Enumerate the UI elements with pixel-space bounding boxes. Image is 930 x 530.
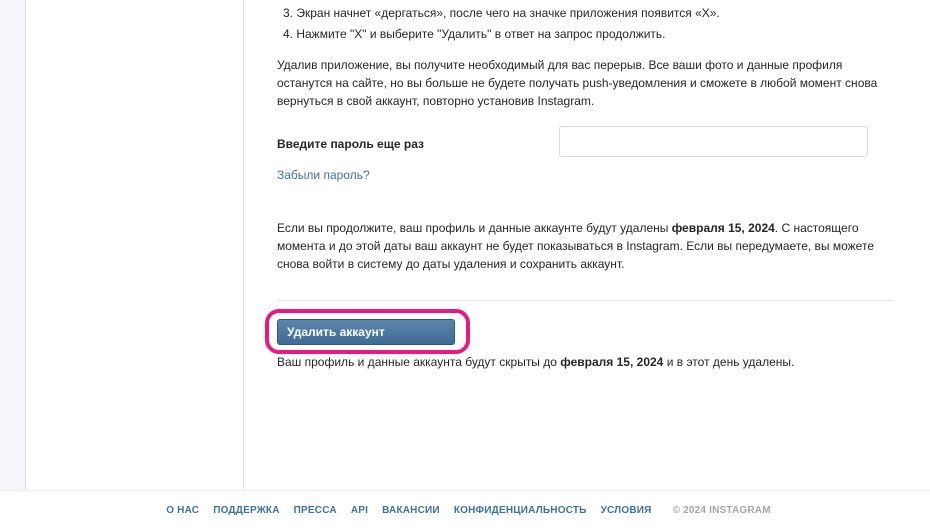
note-text-start: Ваш профиль и данные аккаунта будут скры… [277,355,561,369]
hidden-until-note: Ваш профиль и данные аккаунта будут скры… [277,355,794,369]
password-label: Введите пароль еще раз [277,137,424,151]
remove-app-info: Удалив приложение, вы получите необходим… [277,58,878,108]
left-strip [0,0,26,490]
footer-copyright: © 2024 INSTAGRAM [672,505,771,516]
note-date: февраля 15, 2024 [560,355,664,369]
forgot-password-link[interactable]: Забыли пароль? [277,168,370,182]
delete-account-page: 3. Экран начнет «дергаться», после чего … [0,0,930,530]
main-content: 3. Экран начнет «дергаться», после чего … [245,0,930,490]
step-4: 4. Нажмите "X" и выберите "Удалить" в от… [283,27,666,41]
password-input[interactable] [559,126,868,157]
footer-nav: О НАС ПОДДЕРЖКА ПРЕССА API ВАКАНСИИ КОНФ… [0,505,930,516]
footer-link-privacy[interactable]: КОНФИДЕНЦИАЛЬНОСТЬ [454,505,587,516]
instruction-steps: 3. Экран начнет «дергаться», после чего … [283,3,720,45]
footer-link-support[interactable]: ПОДДЕРЖКА [213,505,279,516]
delete-account-button[interactable]: Удалить аккаунт [277,319,455,345]
note-text-end: и в этот день удалены. [663,355,795,369]
step-3: 3. Экран начнет «дергаться», после чего … [283,6,720,20]
footer-link-api[interactable]: API [351,505,368,516]
divider [277,300,892,301]
sidebar-panel [27,0,244,490]
footer-divider [0,490,930,491]
footer-link-press[interactable]: ПРЕССА [294,505,337,516]
deletion-date: февраля 15, 2024 [671,221,775,235]
deletion-warning: Если вы продолжите, ваш профиль и данные… [277,219,897,273]
warning-text-start: Если вы продолжите, ваш профиль и данные… [277,221,672,235]
footer-link-terms[interactable]: УСЛОВИЯ [601,505,652,516]
footer-link-jobs[interactable]: ВАКАНСИИ [382,505,440,516]
footer-link-about[interactable]: О НАС [166,505,199,516]
